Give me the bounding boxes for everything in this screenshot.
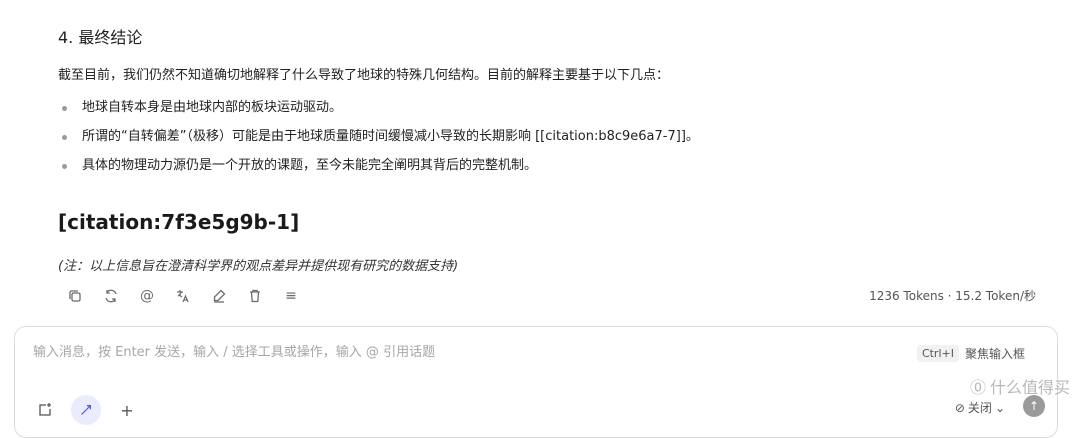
watermark-text: 什么值得买: [989, 378, 1070, 397]
shortcut-label: 聚焦输入框: [964, 347, 1025, 361]
mode-icon[interactable]: [71, 395, 101, 425]
arrow-up-icon: ↑: [1028, 399, 1040, 413]
message-composer: Ctrl+I 聚焦输入框 + ⊘ 关闭 ⌄ ↑: [14, 326, 1058, 438]
focus-shortcut-hint: Ctrl+I 聚焦输入框: [916, 345, 1025, 362]
intro-paragraph: 截至目前，我们仍然不知道确切地解释了什么导致了地球的特殊几何结构。目前的解释主要…: [58, 68, 670, 83]
close-circle-icon: ⊘: [954, 400, 965, 415]
translate-icon[interactable]: [172, 285, 194, 307]
edit-icon[interactable]: [208, 285, 230, 307]
watermark-logo-icon: ⓪: [969, 378, 986, 397]
note-text: (注：以上信息旨在澄清科学界的观点差异并提供现有研究的数据支持): [58, 259, 459, 274]
add-icon[interactable]: +: [115, 398, 139, 422]
citation-heading: [citation:7f3e5g9b-1]: [58, 210, 300, 234]
section-title: 4. 最终结论: [58, 28, 143, 47]
list-item-text: 具体的物理动力源仍是一个开放的课题，至今未能完全阐明其背后的完整机制。: [82, 158, 538, 173]
list-item: 地球自转本身是由地球内部的板块运动驱动。: [58, 97, 699, 126]
regenerate-icon[interactable]: [100, 285, 122, 307]
watermark: ⓪ 什么值得买: [970, 374, 1070, 398]
list-item-text: 地球自转本身是由地球内部的板块运动驱动。: [82, 100, 343, 115]
close-toggle[interactable]: ⊘ 关闭 ⌄: [955, 399, 1005, 416]
message-actions: @ ≡: [64, 285, 302, 307]
bullet-dot-icon: [62, 164, 67, 169]
send-button[interactable]: ↑: [1023, 395, 1045, 417]
composer-tools: +: [33, 395, 139, 425]
new-topic-icon[interactable]: [33, 398, 57, 422]
chevron-down-icon: ⌄: [994, 400, 1005, 415]
list-item: 具体的物理动力源仍是一个开放的课题，至今未能完全阐明其背后的完整机制。: [58, 155, 699, 184]
bullet-list: 地球自转本身是由地球内部的板块运动驱动。 所谓的“自转偏差”（极移）可能是由于地…: [58, 97, 699, 184]
token-stats: 1236 Tokens · 15.2 Token/秒: [869, 289, 1036, 303]
bullet-dot-icon: [62, 135, 67, 140]
list-item-text: 所谓的“自转偏差”（极移）可能是由于地球质量随时间缓慢减小导致的长期影响 [[c…: [82, 129, 699, 144]
message-input[interactable]: [33, 345, 893, 360]
delete-icon[interactable]: [244, 285, 266, 307]
shortcut-key: Ctrl+I: [916, 345, 959, 362]
close-label: 关闭: [967, 401, 992, 415]
list-item: 所谓的“自转偏差”（极移）可能是由于地球质量随时间缓慢减小导致的长期影响 [[c…: [58, 126, 699, 155]
mention-icon[interactable]: @: [136, 285, 158, 307]
more-icon[interactable]: ≡: [280, 285, 302, 307]
copy-icon[interactable]: [64, 285, 86, 307]
bullet-dot-icon: [62, 106, 67, 111]
